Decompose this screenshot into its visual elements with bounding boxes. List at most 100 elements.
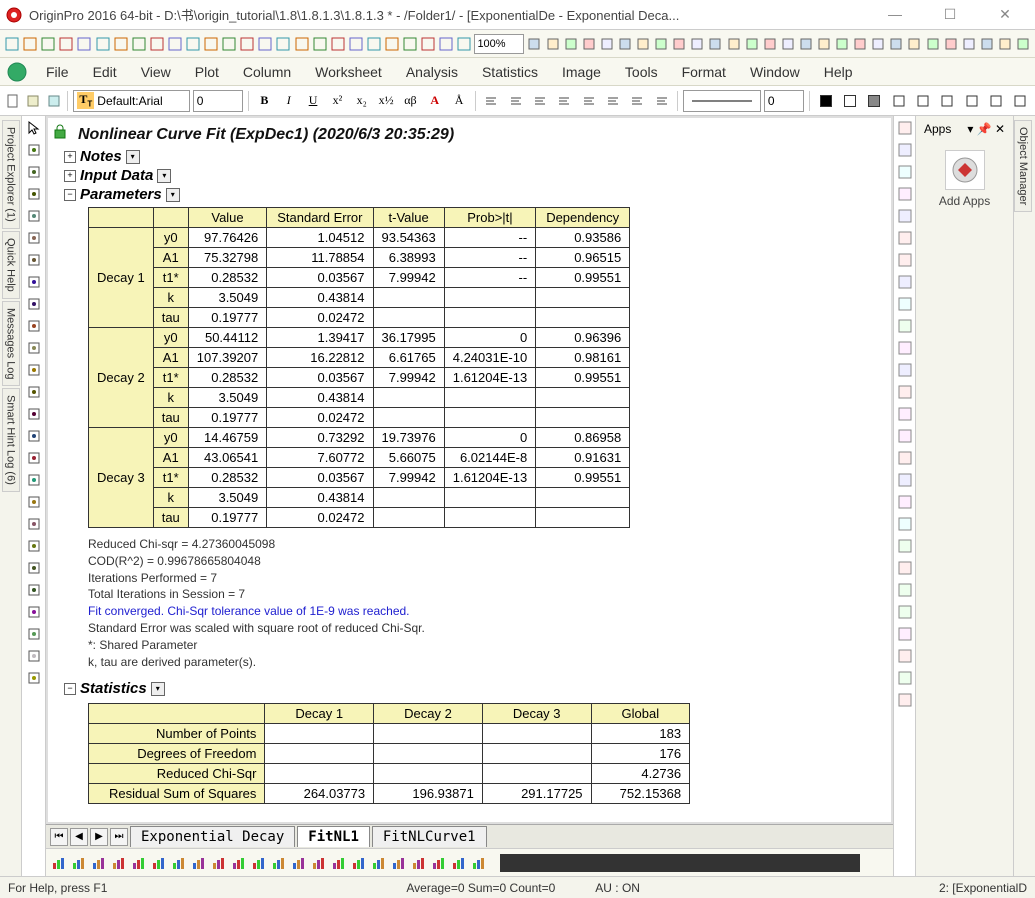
toolbar-btn-b3[interactable] <box>581 35 597 53</box>
collapse-stats-icon[interactable]: − <box>64 683 76 695</box>
collapse-params-icon[interactable]: − <box>64 189 76 201</box>
corr-icon[interactable] <box>895 448 915 468</box>
menu-edit[interactable]: Edit <box>81 58 129 85</box>
annotation-icon[interactable] <box>895 206 915 226</box>
toolbar-btn-2[interactable] <box>40 35 56 53</box>
export-icon[interactable] <box>895 536 915 556</box>
maximize-button[interactable]: ☐ <box>935 6 965 23</box>
toolbar-btn-18[interactable] <box>330 35 346 53</box>
toolbar-btn-13[interactable] <box>239 35 255 53</box>
graph-tool-6[interactable] <box>170 854 188 872</box>
toolbar-btn-b4[interactable] <box>599 35 615 53</box>
zoom-slider[interactable] <box>500 854 860 872</box>
toolbar-btn-b9[interactable] <box>689 35 705 53</box>
toolbar-btn-b20[interactable] <box>888 35 904 53</box>
toolbar-btn-16[interactable] <box>294 35 310 53</box>
align-btn-5[interactable] <box>602 90 623 112</box>
toolbar-btn-b12[interactable] <box>744 35 760 53</box>
menu-analysis[interactable]: Analysis <box>394 58 470 85</box>
style-btn-1[interactable] <box>912 90 933 112</box>
toolbar-btn-6[interactable] <box>113 35 129 53</box>
toolbar-btn-b16[interactable] <box>816 35 832 53</box>
font-size-picker[interactable] <box>193 90 243 112</box>
axis-icon[interactable] <box>895 162 915 182</box>
toolbar-btn-b8[interactable] <box>671 35 687 53</box>
data-cursor-icon[interactable] <box>24 206 44 226</box>
app-icon[interactable] <box>895 624 915 644</box>
line-weight-picker[interactable] <box>764 90 804 112</box>
supsub-button[interactable]: x½ <box>375 90 396 112</box>
lock-tool-icon[interactable] <box>24 580 44 600</box>
minimize-button[interactable]: — <box>880 6 910 23</box>
toolbar-btn-b17[interactable] <box>834 35 850 53</box>
toolbar-btn-b13[interactable] <box>762 35 778 53</box>
batch-icon[interactable] <box>895 580 915 600</box>
menu-image[interactable]: Image <box>550 58 613 85</box>
baseline-icon[interactable] <box>895 294 915 314</box>
region-tool-icon[interactable] <box>24 294 44 314</box>
toolbar-btn-b23[interactable] <box>943 35 959 53</box>
menu-help[interactable]: Help <box>812 58 865 85</box>
graph-tool-8[interactable] <box>210 854 228 872</box>
toolbar-btn-11[interactable] <box>203 35 219 53</box>
dock-tab-messages-log[interactable]: Messages Log <box>2 301 20 387</box>
toolbar-btn-b24[interactable] <box>961 35 977 53</box>
custom-icon[interactable] <box>895 668 915 688</box>
style-btn-0[interactable] <box>888 90 909 112</box>
graph-tool-4[interactable] <box>130 854 148 872</box>
eyedropper-tool-icon[interactable] <box>24 536 44 556</box>
toolbar-btn-b5[interactable] <box>617 35 633 53</box>
scale-tool-icon[interactable] <box>24 602 44 622</box>
graph-tool-2[interactable] <box>90 854 108 872</box>
toolbar-btn-b6[interactable] <box>635 35 651 53</box>
mask-tool-icon[interactable] <box>24 250 44 270</box>
toolbar-btn-7[interactable] <box>131 35 147 53</box>
align-btn-0[interactable] <box>481 90 502 112</box>
toolbar-btn-12[interactable] <box>221 35 237 53</box>
zoom-tool-icon[interactable] <box>24 140 44 160</box>
style-btn-5[interactable] <box>1010 90 1031 112</box>
line-color-btn[interactable] <box>839 90 860 112</box>
fit-icon[interactable] <box>895 250 915 270</box>
arrow-tool-icon[interactable] <box>24 338 44 358</box>
font-picker[interactable]: TT Default: Arial <box>73 90 189 112</box>
toolbar-btn-17[interactable] <box>312 35 328 53</box>
graph-tool-7[interactable] <box>190 854 208 872</box>
sheet-scroll-first-icon[interactable]: ⏮ <box>50 828 68 846</box>
align-btn-4[interactable] <box>578 90 599 112</box>
align-btn-1[interactable] <box>505 90 526 112</box>
toolbar-btn-b26[interactable] <box>997 35 1013 53</box>
add-apps-icon[interactable] <box>945 150 985 190</box>
recalculate-lock-icon[interactable] <box>52 124 68 140</box>
pattern-btn[interactable] <box>864 90 885 112</box>
layer-icon[interactable] <box>895 140 915 160</box>
line-tool-icon[interactable] <box>24 360 44 380</box>
style-btn-3[interactable] <box>961 90 982 112</box>
integrate-icon[interactable] <box>895 316 915 336</box>
toolbar-btn-b14[interactable] <box>780 35 796 53</box>
graph-tool-1[interactable] <box>70 854 88 872</box>
fill-color-btn[interactable] <box>815 90 836 112</box>
color-tool-icon[interactable] <box>24 624 44 644</box>
menu-tools[interactable]: Tools <box>613 58 670 85</box>
greek-button[interactable]: αβ <box>400 90 421 112</box>
curve-tool-icon[interactable] <box>24 382 44 402</box>
toolbar-btn-19[interactable] <box>348 35 364 53</box>
toolbar-btn-4[interactable] <box>76 35 92 53</box>
toolbar-btn-b22[interactable] <box>925 35 941 53</box>
italic-button[interactable]: I <box>278 90 299 112</box>
graph-tool-0[interactable] <box>50 854 68 872</box>
peak-icon[interactable] <box>895 272 915 292</box>
params-menu-icon[interactable]: ▾ <box>166 188 180 202</box>
align-btn-2[interactable] <box>529 90 550 112</box>
dock-tab-quick-help[interactable]: Quick Help <box>2 231 20 299</box>
style-btn-2[interactable] <box>937 90 958 112</box>
pointer-tool-icon[interactable] <box>24 118 44 138</box>
toolbar-btn-5[interactable] <box>94 35 110 53</box>
sheet-tab-exponential-decay[interactable]: Exponential Decay <box>130 826 295 847</box>
sheet-tab-fitnl1[interactable]: FitNL1 <box>297 826 370 847</box>
legend-icon[interactable] <box>895 184 915 204</box>
toolbar-btn-8[interactable] <box>149 35 165 53</box>
sheet-scroll-last-icon[interactable]: ⏭ <box>110 828 128 846</box>
toolbar-btn-24[interactable] <box>438 35 454 53</box>
